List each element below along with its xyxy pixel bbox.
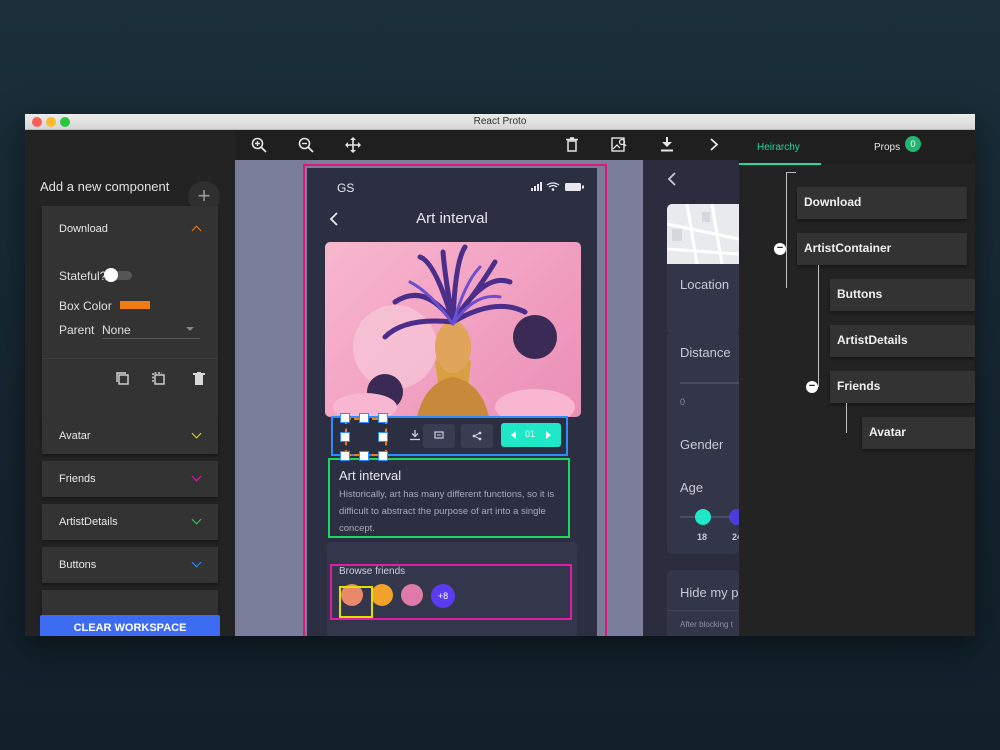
component-card-label: Friends [59, 473, 96, 485]
map-thumbnail[interactable] [666, 203, 740, 265]
collapse-icon[interactable]: − [806, 381, 818, 393]
distance-label: Distance [680, 345, 731, 360]
tree-node-avatar[interactable]: Avatar [862, 417, 975, 449]
resize-handle[interactable] [359, 451, 369, 461]
back-icon[interactable] [667, 172, 677, 186]
caret-down-icon [186, 327, 194, 331]
parent-select-value: None [102, 323, 131, 337]
tree-node-artist-container[interactable]: ArtistContainer [797, 233, 967, 265]
hide-profile-label: Hide my p [680, 585, 739, 600]
clear-workspace-button[interactable]: CLEAR WORKSPACE [40, 615, 220, 636]
component-card-friends[interactable]: Friends [42, 461, 218, 497]
status-icons [531, 182, 584, 191]
tree-connector [786, 172, 796, 173]
card-divider [42, 358, 218, 359]
image-search-icon[interactable] [611, 137, 627, 152]
design-canvas: GS Art interval 01 Art interval Historic… [235, 160, 643, 636]
tree-connector [786, 172, 787, 288]
tree-connector [846, 403, 847, 433]
resize-handle[interactable] [340, 413, 350, 423]
tab-props[interactable]: Props [874, 142, 900, 153]
props-count-badge: 0 [905, 136, 921, 152]
component-card-download: Download Stateful? Box Color Parent None [42, 206, 218, 440]
artist-details-outline[interactable] [328, 458, 570, 538]
chevron-right-icon[interactable] [709, 137, 719, 152]
tree-connector [818, 265, 819, 387]
avatar-outline[interactable] [339, 586, 373, 618]
component-panel: Add a new component + Download Stateful?… [25, 130, 235, 636]
move-icon[interactable] [345, 137, 361, 153]
window-title: React Proto [473, 116, 527, 127]
resize-handle[interactable] [378, 432, 388, 442]
screen-title: Art interval [416, 210, 488, 227]
art-illustration [333, 244, 575, 417]
card-divider [667, 610, 739, 611]
component-card-buttons[interactable]: Buttons [42, 547, 218, 583]
toggle-knob [104, 268, 118, 282]
download-icon[interactable] [660, 137, 674, 152]
component-card-artistdetails[interactable]: ArtistDetails [42, 504, 218, 540]
component-card-label: Buttons [59, 559, 97, 571]
component-card-label: Download [59, 223, 108, 235]
age-label: Age [680, 480, 704, 495]
tree-node-download[interactable]: Download [797, 187, 967, 219]
add-component-label: Add a new component [40, 179, 170, 194]
distance-value: 0 [680, 397, 686, 407]
box-color-swatch[interactable] [120, 301, 150, 309]
copy-icon[interactable] [116, 372, 130, 386]
chevron-down-icon[interactable] [191, 557, 202, 568]
stateful-toggle[interactable] [104, 268, 136, 284]
duplicate-icon[interactable] [152, 372, 166, 386]
hierarchy-panel: Heirarchy Props 0 Download ArtistContain… [739, 130, 975, 636]
age-min-handle[interactable] [695, 509, 711, 525]
trash-icon[interactable] [566, 137, 578, 152]
delete-icon[interactable] [193, 372, 205, 386]
tab-hierarchy[interactable]: Heirarchy [757, 142, 800, 153]
brand-logo: GS [337, 181, 355, 195]
box-color-label: Box Color [59, 299, 112, 313]
distance-slider-track[interactable] [680, 382, 740, 384]
zoom-out-icon[interactable] [298, 137, 314, 153]
tree-node-artist-details[interactable]: ArtistDetails [830, 325, 975, 357]
location-label: Location [680, 277, 730, 292]
chevron-down-icon[interactable] [191, 514, 202, 525]
resize-handle[interactable] [378, 451, 388, 461]
title-bar: React Proto [25, 114, 975, 130]
age-min-value: 18 [697, 532, 708, 542]
chevron-down-icon[interactable] [191, 428, 202, 439]
gender-label: Gender [680, 437, 724, 452]
parent-select[interactable]: None [102, 321, 200, 339]
resize-handle[interactable] [378, 413, 388, 423]
zoom-in-icon[interactable] [251, 137, 267, 153]
resize-handle[interactable] [340, 451, 350, 461]
app-window: React Proto Add a new component + Downlo… [25, 114, 975, 636]
component-card-label: Avatar [59, 430, 91, 442]
component-card-label: ArtistDetails [59, 516, 118, 528]
blocking-note: After blocking t [680, 620, 733, 629]
resize-handle[interactable] [359, 413, 369, 423]
secondary-screen-preview: Location Distance 0 Gender Age 18 24 Hid… [643, 160, 745, 636]
chevron-down-icon[interactable] [191, 471, 202, 482]
hero-image [325, 242, 581, 417]
active-tab-indicator [739, 163, 821, 165]
stateful-label: Stateful? [59, 269, 107, 283]
collapse-icon[interactable]: − [774, 243, 786, 255]
tree-node-buttons[interactable]: Buttons [830, 279, 975, 311]
tree-node-friends[interactable]: Friends [830, 371, 975, 403]
component-card-avatar[interactable]: Avatar [42, 418, 218, 454]
map-illustration [666, 203, 740, 265]
parent-label: Parent [59, 323, 95, 337]
resize-handle[interactable] [340, 432, 350, 442]
chevron-up-icon[interactable] [191, 225, 202, 236]
